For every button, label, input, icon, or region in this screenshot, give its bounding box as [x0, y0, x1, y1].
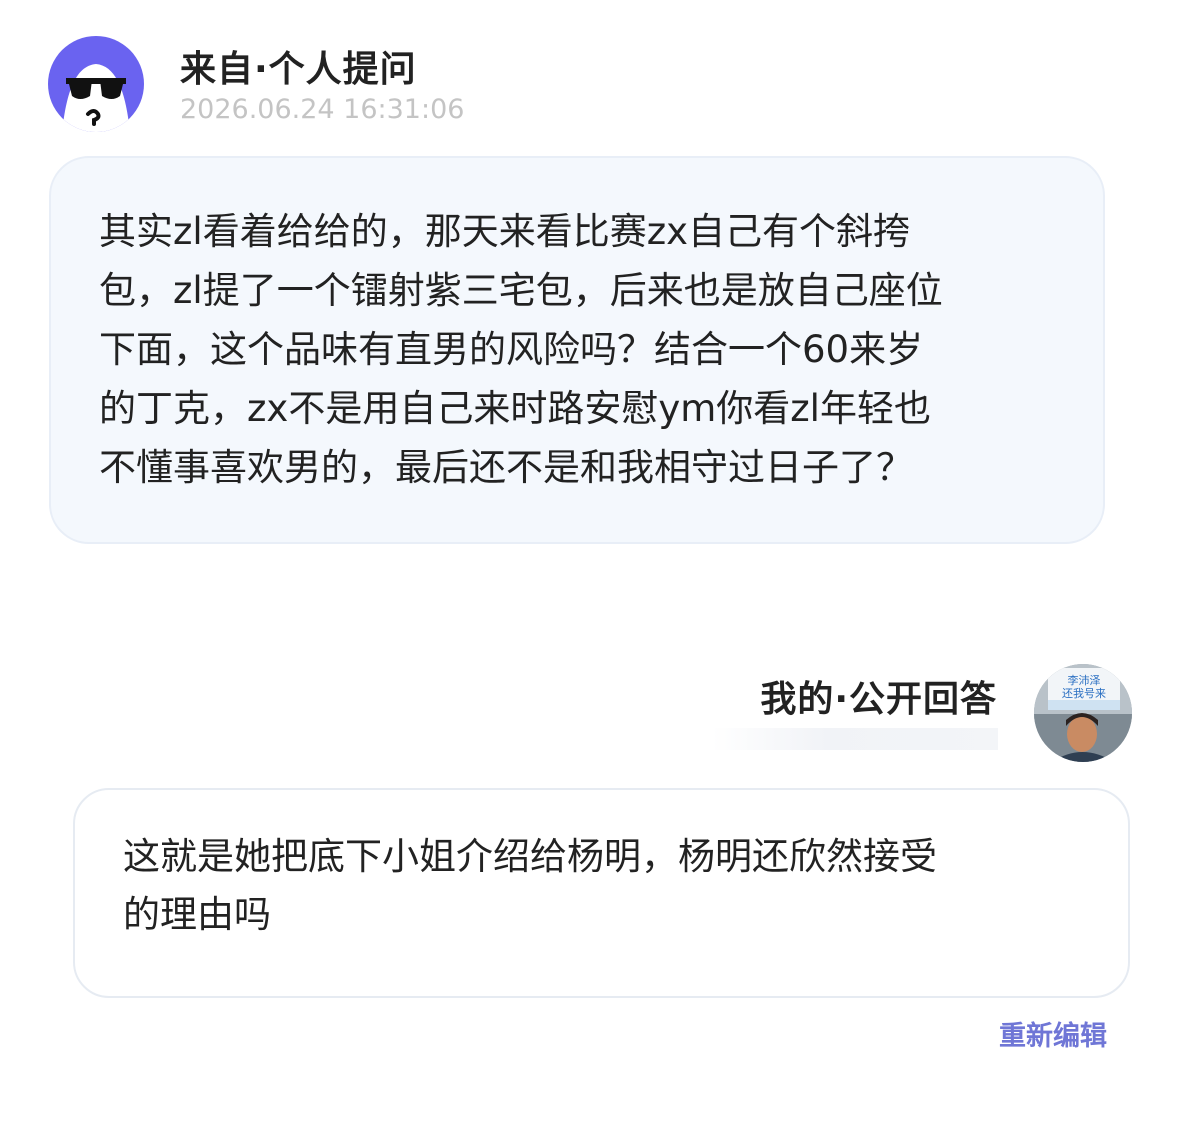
- asker-avatar[interactable]: [48, 36, 144, 132]
- answer-bubble: 这就是她把底下小姐介绍给杨明，杨明还欣然接受 的理由吗: [73, 788, 1130, 998]
- answer-label: 我的·公开回答: [760, 679, 997, 720]
- answer-text: 这就是她把底下小姐介绍给杨明，杨明还欣然接受 的理由吗: [123, 828, 1088, 944]
- question-line: 不懂事喜欢男的，最后还不是和我相守过日子了？: [99, 446, 913, 489]
- avatar-sign-line: 李沛泽: [1068, 673, 1101, 687]
- answerer-avatar[interactable]: 李沛泽 还我号来: [1034, 664, 1132, 762]
- question-line: 包，zl提了一个镭射紫三宅包，后来也是放自己座位: [99, 269, 943, 312]
- question-timestamp: 2026.06.24 16:31:06: [180, 94, 465, 125]
- question-text: 其实zl看着给给的，那天来看比赛zx自己有个斜挎 包，zl提了一个镭射紫三宅包，…: [99, 202, 1063, 497]
- question-bubble: 其实zl看着给给的，那天来看比赛zx自己有个斜挎 包，zl提了一个镭射紫三宅包，…: [49, 156, 1105, 544]
- answer-line: 这就是她把底下小姐介绍给杨明，杨明还欣然接受: [123, 835, 937, 878]
- sunglasses-ghost-icon: [62, 64, 130, 132]
- question-line: 的丁克，zx不是用自己来时路安慰ym你看zl年轻也: [99, 387, 931, 430]
- question-line: 其实zl看着给给的，那天来看比赛zx自己有个斜挎: [99, 210, 911, 253]
- avatar-sign-line: 还我号来: [1062, 687, 1106, 700]
- answer-label-highlight: [712, 728, 998, 750]
- question-source-label: 来自·个人提问: [180, 49, 417, 90]
- person-with-sign-icon: 李沛泽 还我号来: [1034, 664, 1132, 762]
- reedit-button[interactable]: 重新编辑: [999, 1014, 1107, 1053]
- answer-line: 的理由吗: [123, 893, 271, 936]
- question-line: 下面，这个品味有直男的风险吗？结合一个60来岁: [99, 328, 924, 371]
